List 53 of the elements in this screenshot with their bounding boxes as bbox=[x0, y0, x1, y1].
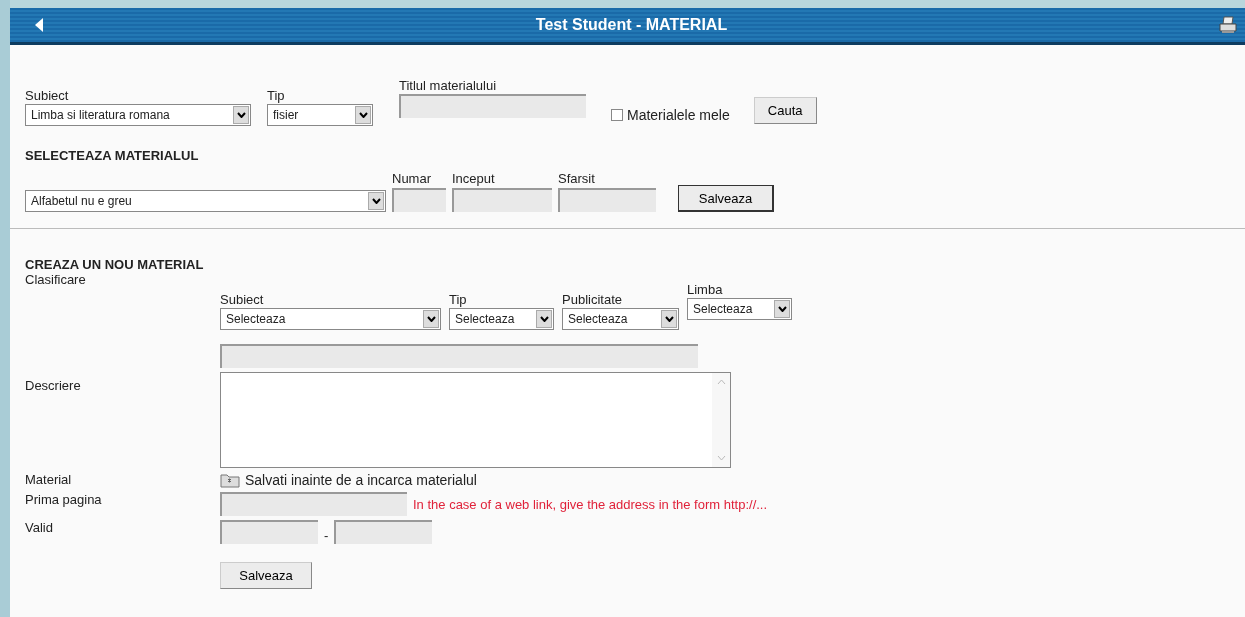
window-title: Test Student - MATERIAL bbox=[534, 16, 729, 34]
type-dropdown[interactable]: fisier bbox=[267, 104, 373, 126]
chevron-down-icon bbox=[426, 316, 436, 322]
first-page-input[interactable] bbox=[220, 492, 407, 516]
upload-hint: Salvati inainte de a incarca materialul bbox=[245, 472, 477, 488]
description-label: Descriere bbox=[25, 378, 82, 395]
chevron-down-icon bbox=[539, 316, 549, 322]
dropdown[interactable]: Selecteaza bbox=[562, 308, 679, 330]
dropdown[interactable]: Selecteaza bbox=[449, 308, 554, 330]
select-label: Limba bbox=[687, 282, 724, 298]
chevron-down-icon bbox=[664, 316, 674, 322]
valid-to-input[interactable] bbox=[334, 520, 433, 544]
select-label: Publicitate bbox=[562, 292, 623, 308]
title-label: Titlul materialului bbox=[399, 78, 498, 94]
back-arrow-icon[interactable] bbox=[34, 18, 44, 32]
field-label: Sfarsit bbox=[558, 171, 596, 187]
description-textarea[interactable] bbox=[220, 372, 731, 468]
title-input[interactable] bbox=[399, 94, 586, 118]
field-label: Inceput bbox=[452, 171, 496, 187]
valid-label: Valid bbox=[25, 520, 54, 537]
subject-label: Subiect bbox=[25, 88, 70, 104]
chevron-down-icon bbox=[358, 112, 368, 118]
dropdown[interactable]: Selecteaza bbox=[687, 298, 792, 320]
printer-icon[interactable] bbox=[1219, 16, 1237, 34]
save-button[interactable]: Salveaza bbox=[678, 185, 774, 212]
classification-label: Clasificare bbox=[25, 272, 87, 289]
valid-from-input[interactable] bbox=[220, 520, 318, 544]
text-input[interactable] bbox=[558, 188, 656, 212]
first-page-label: Prima pagina bbox=[25, 492, 103, 509]
folder-icon[interactable] bbox=[220, 472, 240, 488]
date-separator: - bbox=[324, 526, 329, 543]
text-input[interactable] bbox=[220, 344, 698, 368]
web-link-hint: In the case of a web link, give the address in the form http://... bbox=[413, 496, 768, 512]
text-input[interactable] bbox=[392, 188, 446, 212]
search-button[interactable]: Cauta bbox=[753, 97, 817, 124]
select-label: Subiect bbox=[220, 292, 265, 308]
subject-dropdown[interactable]: Limba si literatura romana bbox=[25, 104, 251, 126]
field-label: Numar bbox=[392, 171, 432, 187]
scroll-down-icon[interactable] bbox=[716, 455, 726, 461]
material-label: Material bbox=[25, 472, 73, 488]
dropdown[interactable]: Selecteaza bbox=[220, 308, 441, 330]
text-input[interactable] bbox=[452, 188, 552, 212]
section-heading: SELECTEAZA MATERIALUL bbox=[25, 148, 200, 163]
scroll-up-icon[interactable] bbox=[716, 379, 726, 385]
material-dropdown[interactable]: Alfabetul nu e greu bbox=[25, 190, 386, 212]
chevron-down-icon bbox=[371, 198, 381, 204]
chevron-down-icon bbox=[777, 306, 787, 312]
section-heading: CREAZA UN NOU MATERIAL bbox=[25, 257, 205, 272]
my-materials-checkbox[interactable]: Materialele mele bbox=[611, 107, 730, 123]
save-button[interactable]: Salveaza bbox=[220, 562, 312, 589]
type-label: Tip bbox=[267, 88, 286, 104]
chevron-down-icon bbox=[236, 112, 246, 118]
select-label: Tip bbox=[449, 292, 468, 308]
